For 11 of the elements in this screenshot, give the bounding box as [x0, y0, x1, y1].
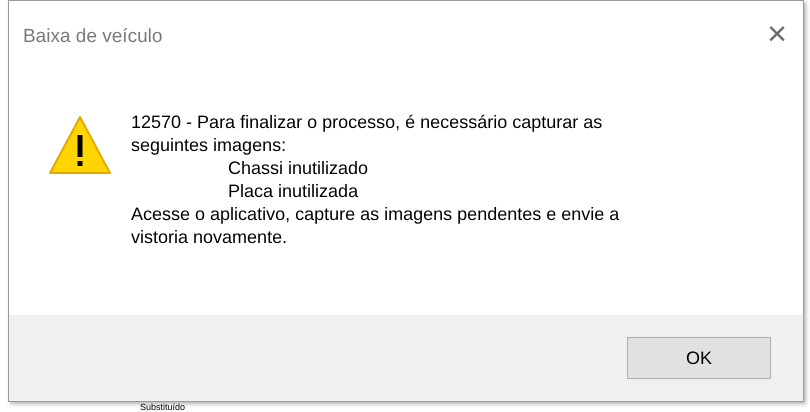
background-label: Substituído: [140, 402, 186, 412]
warning-icon: [48, 115, 112, 175]
window-title: Baixa de veículo: [23, 25, 162, 49]
close-button[interactable]: ×: [767, 17, 787, 51]
message-text: vistoria novamente.: [131, 226, 288, 249]
message-text: Chassi inutilizado: [227, 157, 370, 180]
ok-button[interactable]: OK: [627, 337, 771, 379]
message-text: Placa inutilizada: [227, 180, 360, 203]
message-text: seguintes imagens:: [131, 134, 288, 157]
message-text: 12570 - Para finalizar o processo, é necessário capturar as: [131, 111, 604, 134]
message-text: Acesse o aplicativo, capture as imagens pendentes e envie a: [131, 203, 620, 226]
